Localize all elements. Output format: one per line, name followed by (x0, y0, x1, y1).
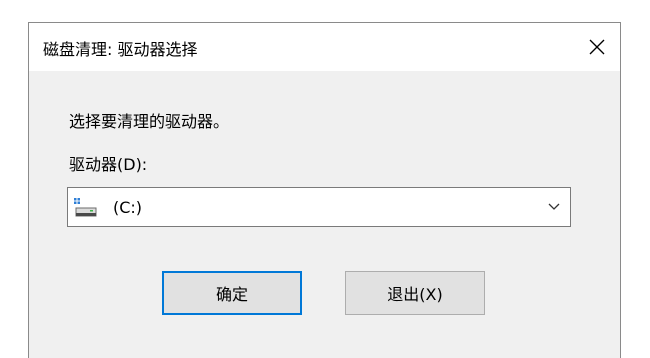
close-button[interactable] (574, 23, 620, 71)
selected-drive: (C:) (113, 198, 143, 217)
drive-label: 驱动器(D): (69, 155, 148, 174)
hard-drive-icon (74, 198, 97, 217)
chevron-down-icon[interactable] (548, 203, 560, 211)
window-title: 磁盘清理: 驱动器选择 (43, 40, 198, 59)
close-icon (589, 39, 605, 55)
instruction-text: 选择要清理的驱动器。 (69, 112, 230, 131)
title-bar: 磁盘清理: 驱动器选择 (29, 23, 620, 71)
disk-cleanup-dialog: 磁盘清理: 驱动器选择 选择要清理的驱动器。 驱动器(D): (C:) 确定 退… (28, 22, 621, 358)
ok-button[interactable]: 确定 (162, 271, 302, 315)
drive-select[interactable]: (C:) (67, 187, 571, 227)
exit-button[interactable]: 退出(X) (345, 271, 485, 315)
